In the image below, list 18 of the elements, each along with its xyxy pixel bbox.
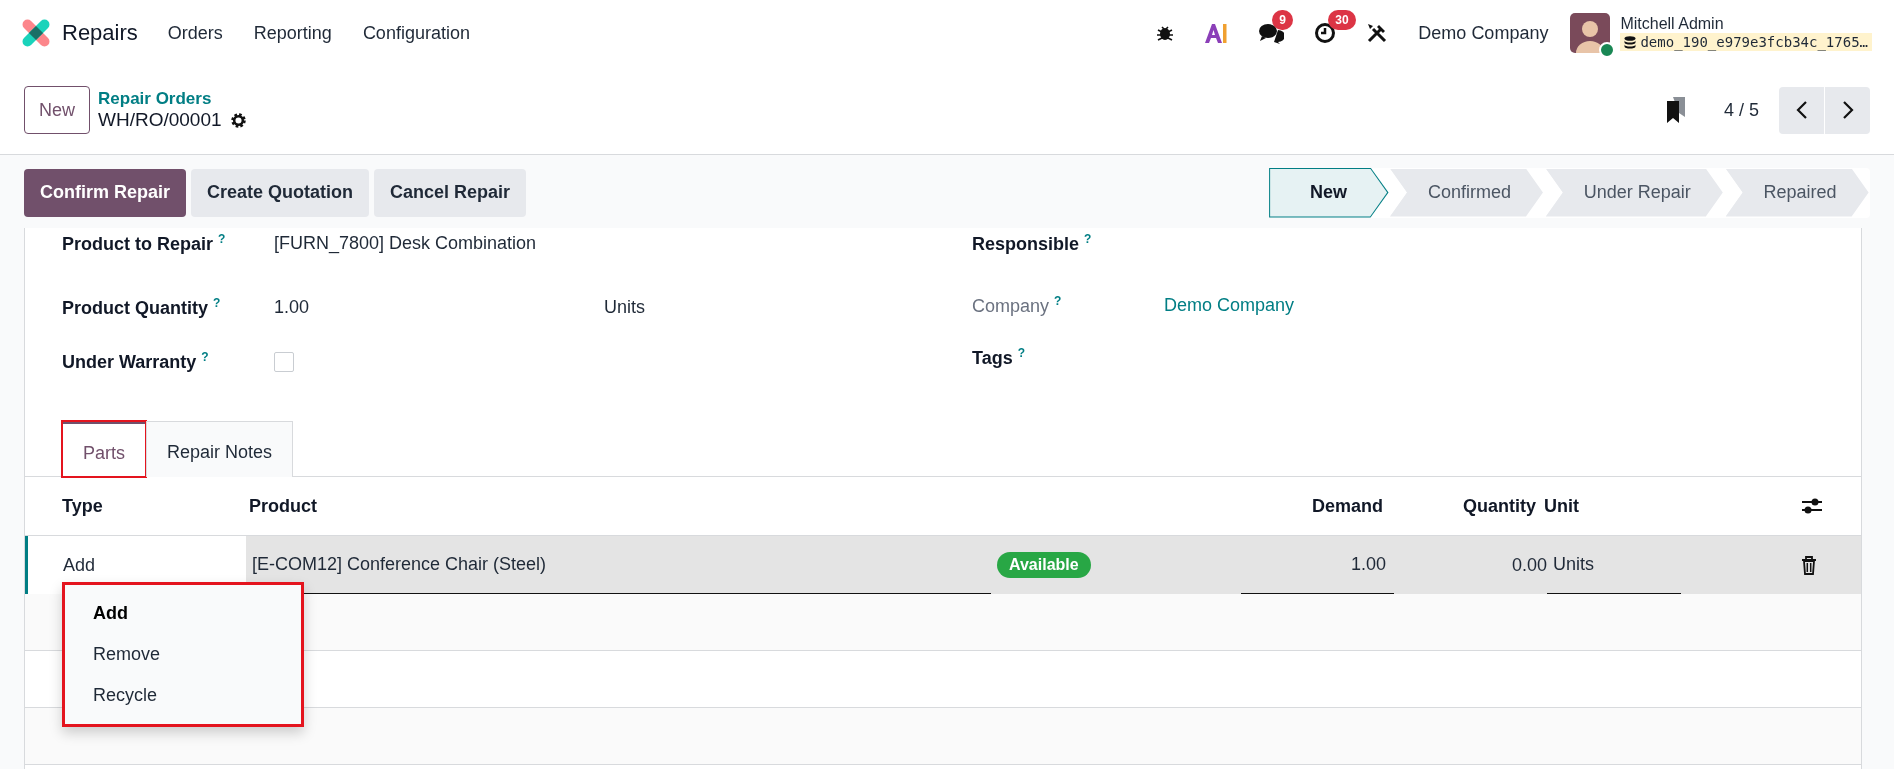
notification-count: 9 (1272, 10, 1294, 30)
column-header: Product (248, 495, 318, 517)
field-label: Under Warranty $^{?}$ (62, 350, 210, 373)
field-label: Tags $^{?}$ (972, 346, 1027, 369)
field-label: Responsible $^{?}$ (972, 232, 1093, 255)
record-name: WH/RO/00001 (98, 109, 222, 131)
column-header: Quantity (1462, 495, 1537, 517)
field-label: Product to Repair $^{?}$ (62, 232, 227, 255)
pager-value: 4 / 5 (1723, 99, 1759, 121)
field-label: Product Quantity $^{?}$ (62, 296, 222, 319)
quantity-value: 0.00 (1510, 554, 1547, 576)
column-header: Unit (1544, 495, 1580, 517)
notification-count: 30 (1328, 10, 1356, 30)
status-tag: Available (997, 552, 1091, 578)
column-header: Type (61, 495, 104, 517)
column-header: Demand (1311, 495, 1384, 517)
field-label: Company $^{?}$ (972, 294, 1063, 317)
database-name: demo_190_e979e3fcb34c_1765… (1620, 33, 1872, 51)
